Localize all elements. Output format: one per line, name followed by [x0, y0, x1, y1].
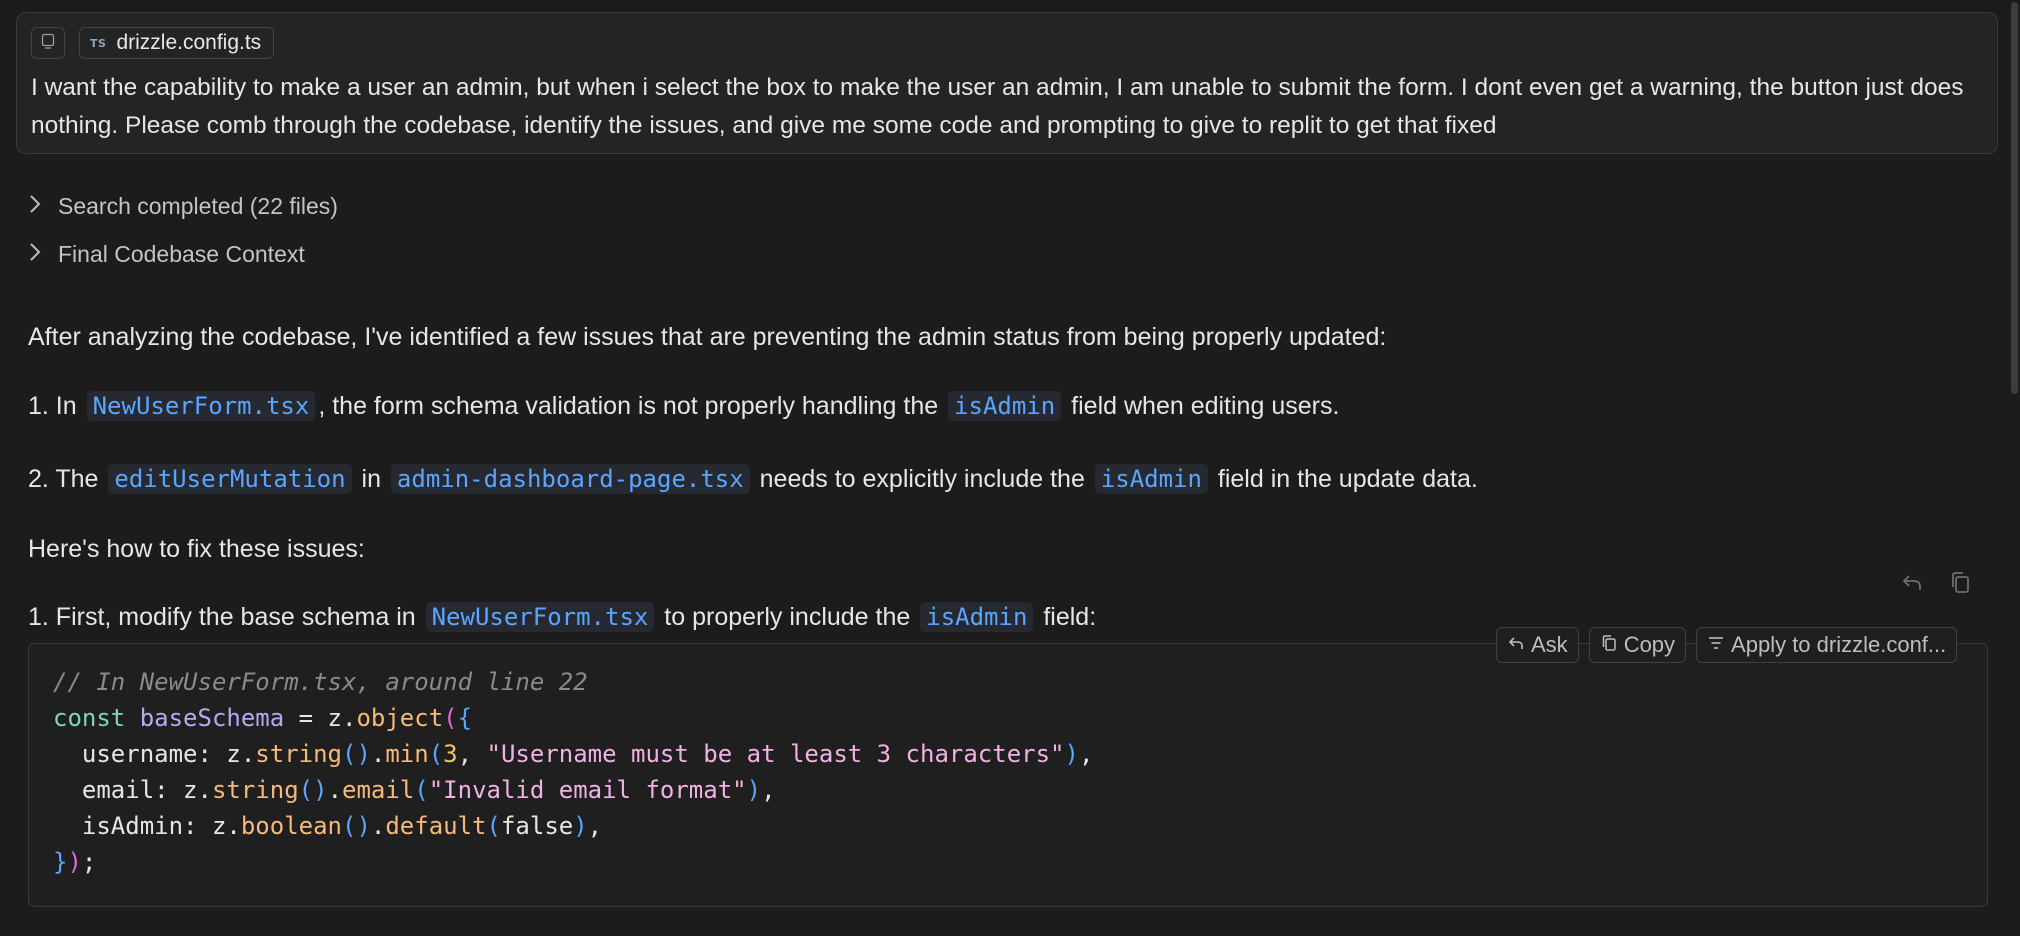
ask-label: Ask [1531, 632, 1568, 657]
code-content: // In NewUserForm.tsx, around line 22 co… [53, 668, 1094, 876]
issue-1-suffix: field when editing users. [1064, 392, 1340, 420]
inline-code-mutation: editUserMutation [108, 464, 352, 494]
issue-2-suffix: field in the update data. [1210, 465, 1478, 493]
issue-2-middle: needs to explicitly include the [752, 465, 1092, 493]
inline-code-file: NewUserForm.tsx [425, 602, 655, 632]
inline-code-file: admin-dashboard-page.tsx [390, 464, 750, 494]
ask-button[interactable]: Ask [1496, 627, 1579, 663]
inline-code-field: isAdmin [920, 602, 1034, 632]
code-function: default [385, 812, 487, 840]
code-comment: // In NewUserForm.tsx, around line 22 [53, 668, 588, 696]
code-identifier: baseSchema [139, 704, 285, 732]
apply-icon [1707, 632, 1725, 658]
code-string: "Invalid email format" [428, 776, 747, 804]
issue-2-in: in [354, 465, 388, 493]
copy-code-button[interactable]: Copy [1588, 627, 1687, 663]
scrollbar-thumb[interactable] [2011, 2, 2018, 394]
issue-2: 2. The editUserMutation in admin-dashboa… [28, 462, 1478, 496]
code-block: // In NewUserForm.tsx, around line 22 co… [28, 643, 1988, 907]
apply-label: Apply to drizzle.conf... [1731, 632, 1947, 657]
code-block-toolbar: Ask Copy Apply to drizzle.conf... [1496, 627, 1958, 663]
copy-icon [1948, 570, 1972, 599]
step-1: 1. First, modify the base schema in NewU… [28, 600, 1096, 634]
answer-intro: After analyzing the codebase, I've ident… [28, 323, 1387, 351]
fix-intro: Here's how to fix these issues: [28, 535, 365, 563]
code-function: object [356, 704, 444, 732]
code-function: string [211, 776, 299, 804]
issue-1-prefix: 1. In [28, 392, 84, 420]
copy-message-button[interactable] [1946, 570, 1974, 598]
typescript-icon: TS [90, 36, 107, 50]
copy-label: Copy [1623, 632, 1676, 657]
reply-icon [1507, 632, 1525, 658]
code-token: isAdmin: z. [53, 812, 241, 840]
code-token: false [500, 812, 574, 840]
user-prompt-card[interactable]: TS drizzle.config.ts I want the capabili… [16, 12, 1998, 154]
panel-icon [40, 33, 56, 54]
chevron-right-icon [28, 194, 42, 219]
issue-2-prefix: 2. The [28, 465, 106, 493]
step-1-middle: to properly include the [657, 603, 918, 631]
issue-1: 1. In NewUserForm.tsx, the form schema v… [28, 389, 1339, 423]
code-keyword: const [53, 704, 126, 732]
chat-panel: TS drizzle.config.ts I want the capabili… [0, 0, 2020, 936]
code-function: min [385, 740, 429, 768]
step-1-prefix: 1. First, modify the base schema in [28, 603, 423, 631]
search-completed-label: Search completed (22 files) [58, 192, 338, 219]
apply-button[interactable]: Apply to drizzle.conf... [1696, 627, 1958, 663]
scrollbar[interactable] [2008, 0, 2020, 936]
codebase-context-label: Final Codebase Context [58, 240, 305, 267]
reply-icon [1900, 570, 1924, 599]
chevron-right-icon [28, 242, 42, 267]
code-number: 3 [443, 740, 458, 768]
code-token: email: z. [53, 776, 212, 804]
context-file-chip[interactable]: TS drizzle.config.ts [79, 27, 275, 59]
codebase-context-toggle[interactable]: Final Codebase Context [28, 237, 305, 271]
context-file-name: drizzle.config.ts [116, 31, 262, 54]
reply-button[interactable] [1898, 570, 1926, 598]
code-function: boolean [240, 812, 342, 840]
inline-code-file: NewUserForm.tsx [86, 391, 316, 421]
inline-code-field: isAdmin [1094, 464, 1208, 494]
issue-1-middle: , the form schema validation is not prop… [318, 392, 946, 420]
code-function: email [342, 776, 415, 804]
code-function: string [255, 740, 342, 768]
copy-icon [1600, 632, 1618, 658]
search-completed-toggle[interactable]: Search completed (22 files) [28, 189, 338, 223]
code-token: username: z. [53, 740, 256, 768]
inline-code-field: isAdmin [948, 391, 1062, 421]
prompt-text: I want the capability to make a user an … [31, 74, 1964, 139]
step-1-suffix: field: [1036, 603, 1097, 631]
code-string: "Username must be at least 3 characters" [486, 740, 1065, 768]
context-panel-chip[interactable] [31, 27, 65, 59]
code-token: = z. [284, 704, 357, 732]
